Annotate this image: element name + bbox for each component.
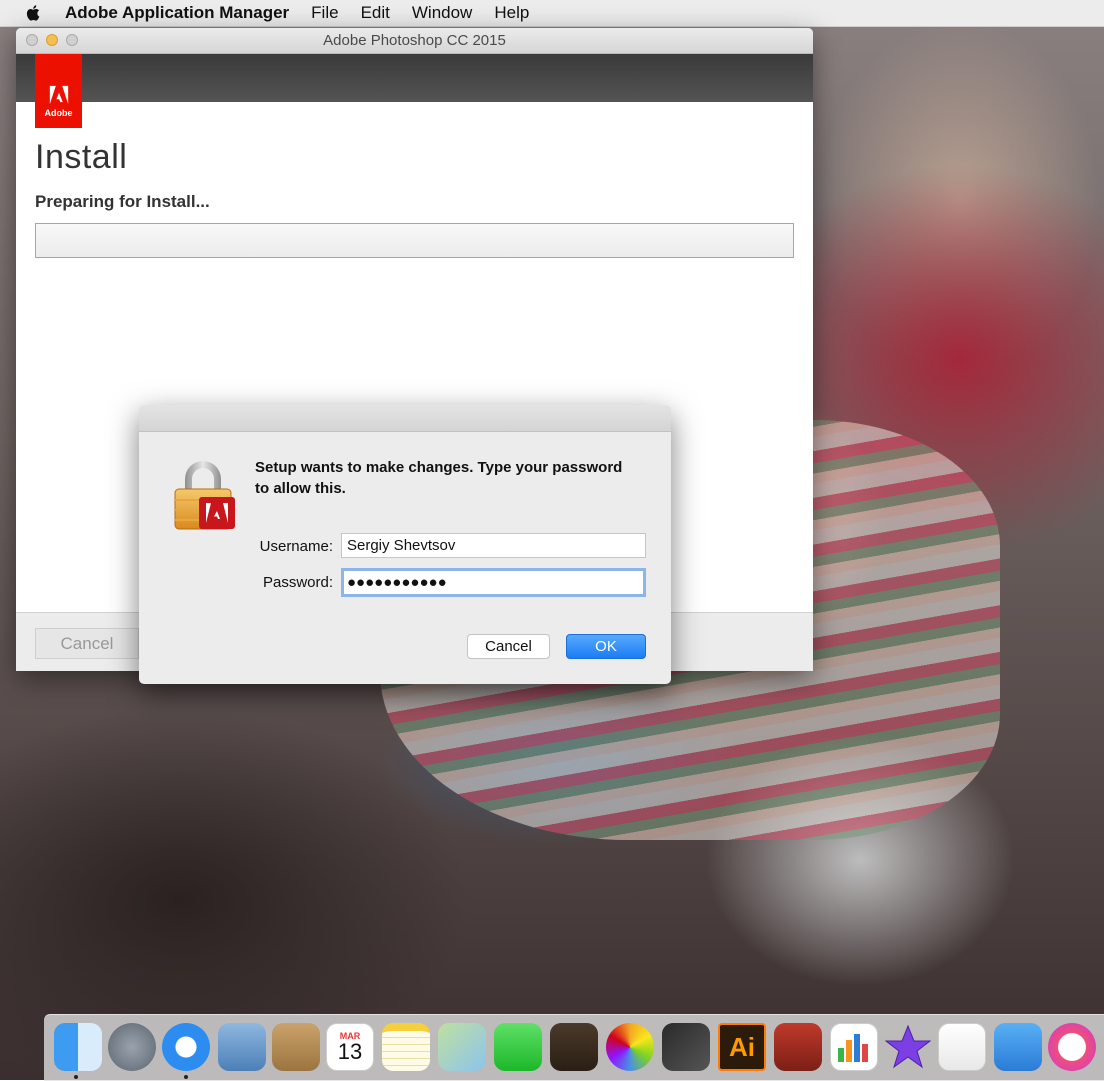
calendar-icon[interactable]: MAR 13 <box>326 1023 374 1071</box>
maps-icon[interactable] <box>438 1023 486 1071</box>
running-indicator <box>184 1075 188 1079</box>
keynote-icon[interactable] <box>994 1023 1042 1071</box>
dialog-titlebar <box>139 405 671 432</box>
menu-edit[interactable]: Edit <box>361 3 390 23</box>
photos-icon[interactable] <box>606 1023 654 1071</box>
cancel-install-button[interactable]: Cancel <box>35 628 139 659</box>
numbers-icon[interactable] <box>830 1023 878 1071</box>
dock: MAR 13 Ai <box>44 1014 1104 1081</box>
adobe-a-icon <box>49 85 68 105</box>
ok-button[interactable]: OK <box>566 634 646 659</box>
pages-icon[interactable] <box>938 1023 986 1071</box>
menu-file[interactable]: File <box>311 3 338 23</box>
menu-bar: Adobe Application Manager File Edit Wind… <box>0 0 1104 27</box>
apple-menu-icon[interactable] <box>25 4 43 22</box>
lock-icon <box>174 461 235 530</box>
install-status: Preparing for Install... <box>35 192 210 211</box>
header-band <box>16 54 813 102</box>
password-field[interactable]: ●●●●●●●●●●● <box>341 568 646 597</box>
garageband-icon[interactable] <box>550 1023 598 1071</box>
adobe-logo: Adobe <box>35 54 82 128</box>
menu-app-name[interactable]: Adobe Application Manager <box>65 3 289 23</box>
star-icon <box>885 1024 931 1069</box>
calendar-day: 13 <box>337 1039 363 1064</box>
minimize-button[interactable] <box>46 34 58 46</box>
menu-window[interactable]: Window <box>412 3 472 23</box>
window-controls <box>26 34 78 46</box>
zoom-button[interactable] <box>66 34 78 46</box>
illustrator-icon[interactable]: Ai <box>718 1023 766 1071</box>
auth-message: Setup wants to make changes. Type your p… <box>255 459 623 497</box>
photo-booth-icon[interactable] <box>774 1023 822 1071</box>
finder-icon[interactable] <box>54 1023 102 1071</box>
username-field[interactable]: Sergiy Shevtsov <box>341 533 646 558</box>
menu-help[interactable]: Help <box>494 3 529 23</box>
final-cut-icon[interactable] <box>662 1023 710 1071</box>
install-progress-bar <box>35 223 794 258</box>
window-title: Adobe Photoshop CC 2015 <box>323 32 506 49</box>
cancel-button[interactable]: Cancel <box>467 634 550 659</box>
facetime-icon[interactable] <box>494 1023 542 1071</box>
safari-icon[interactable] <box>162 1023 210 1071</box>
bars-icon <box>838 1034 868 1062</box>
contacts-icon[interactable] <box>272 1023 320 1071</box>
mail-icon[interactable] <box>218 1023 266 1071</box>
username-label: Username: <box>259 538 333 555</box>
adobe-logo-text: Adobe <box>44 108 73 118</box>
auth-dialog: Setup wants to make changes. Type your p… <box>139 405 671 684</box>
launchpad-icon[interactable] <box>108 1023 156 1071</box>
window-titlebar[interactable]: Adobe Photoshop CC 2015 <box>16 28 813 54</box>
itunes-icon[interactable] <box>1048 1023 1096 1071</box>
imovie-icon[interactable] <box>884 1023 932 1071</box>
page-title: Install <box>35 138 128 176</box>
close-button[interactable] <box>26 34 38 46</box>
running-indicator <box>74 1075 78 1079</box>
notes-icon[interactable] <box>382 1023 430 1071</box>
password-label: Password: <box>262 574 333 591</box>
